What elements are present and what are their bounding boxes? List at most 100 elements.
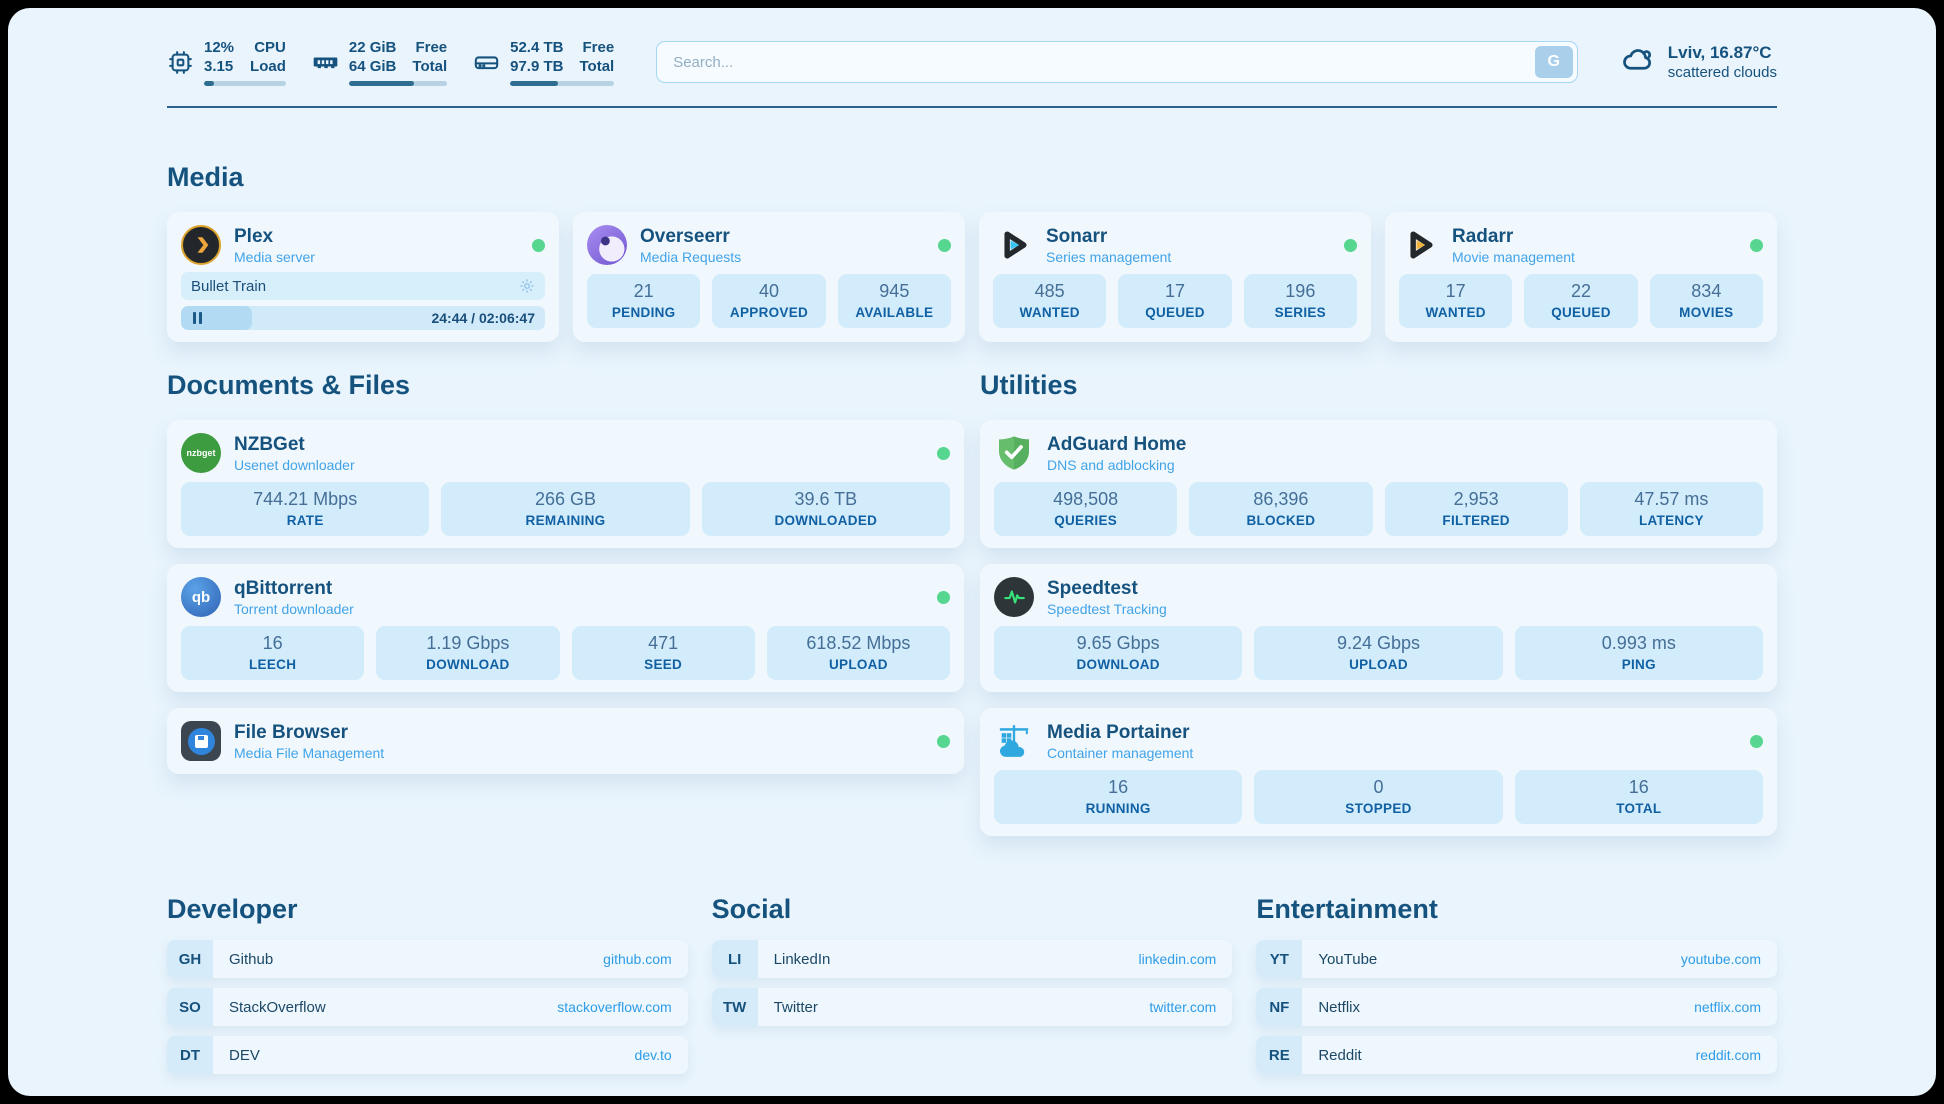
dashboard-panel: 12% 3.15 CPU Load [8,8,1936,1096]
weather-location-temp: Lviv, 16.87°C [1668,42,1777,63]
stat-value: 21 [591,280,696,302]
stat-box: 16 LEECH [181,626,364,680]
bookmark-twitter[interactable]: TW Twitter twitter.com [712,988,1233,1026]
cpu-label: CPU [250,38,286,57]
disk-progress-fill [510,81,558,86]
stat-value: 47.57 ms [1584,488,1759,510]
ram-progress-track [349,81,447,86]
disk-free-label: Free [579,38,614,57]
cpu-progress-fill [204,81,214,86]
speedtest-card[interactable]: Speedtest Speedtest Tracking 9.65 Gbps D… [980,564,1777,692]
stat-box: 2,953 FILTERED [1385,482,1568,536]
stat-box: 266 GB REMAINING [441,482,689,536]
bookmark-name: Twitter [774,999,818,1016]
stat-box: 618.52 Mbps UPLOAD [767,626,950,680]
bookmark-netflix[interactable]: NF Netflix netflix.com [1256,988,1777,1026]
stat-box: 16 RUNNING [994,770,1242,824]
search-engine-button[interactable]: G [1535,46,1573,78]
stat-box: 47.57 ms LATENCY [1580,482,1763,536]
bookmark-abbr: RE [1256,1036,1302,1074]
section-title-entertainment: Entertainment [1256,892,1777,926]
app-subtitle: Torrent downloader [234,600,354,618]
status-indicator [532,239,545,252]
stat-box: 196 SERIES [1244,274,1357,328]
stat-label: SERIES [1248,304,1353,321]
app-subtitle: Media Requests [640,248,741,266]
adguard-card[interactable]: AdGuard Home DNS and adblocking 498,508 … [980,420,1777,548]
weather-condition: scattered clouds [1668,63,1777,82]
bookmark-name: Reddit [1318,1047,1361,1064]
stat-label: UPLOAD [1258,656,1498,673]
bookmark-name: DEV [229,1047,260,1064]
disk-metric: 52.4 TB 97.9 TB Free Total [473,38,614,86]
overseerr-card[interactable]: Overseerr Media Requests 21 PENDING 40 A… [573,212,965,342]
stat-value: 266 GB [445,488,685,510]
radarr-card[interactable]: Radarr Movie management 17 WANTED 22 QUE… [1385,212,1777,342]
stat-value: 0.993 ms [1519,632,1759,654]
stat-label: QUERIES [998,512,1173,529]
bookmark-abbr: NF [1256,988,1302,1026]
status-indicator [937,735,950,748]
disk-total-value: 97.9 TB [510,57,563,76]
stat-box: 39.6 TB DOWNLOADED [702,482,950,536]
plex-card[interactable]: Plex Media server Bullet Train [167,212,559,342]
stat-label: LEECH [185,656,360,673]
stat-label: PING [1519,656,1759,673]
portainer-crane-icon [994,721,1034,761]
playback-time: 24:44 / 02:06:47 [431,310,545,326]
stat-label: AVAILABLE [842,304,947,321]
app-subtitle: DNS and adblocking [1047,456,1186,474]
bookmark-youtube[interactable]: YT YouTube youtube.com [1256,940,1777,978]
gear-icon[interactable] [519,278,535,294]
bookmark-url: youtube.com [1681,951,1761,967]
stat-value: 16 [185,632,360,654]
filebrowser-card[interactable]: File Browser Media File Management [167,708,964,774]
stat-value: 744.21 Mbps [185,488,425,510]
stat-box: 485 WANTED [993,274,1106,328]
plex-icon [181,225,221,265]
stat-label: MOVIES [1654,304,1759,321]
bookmark-linkedin[interactable]: LI LinkedIn linkedin.com [712,940,1233,978]
bookmark-github[interactable]: GH Github github.com [167,940,688,978]
stat-value: 9.65 Gbps [998,632,1238,654]
stat-value: 618.52 Mbps [771,632,946,654]
stat-label: PENDING [591,304,696,321]
stat-value: 17 [1403,280,1508,302]
bookmark-url: github.com [603,951,671,967]
pause-icon[interactable] [193,312,202,324]
bookmark-abbr: SO [167,988,213,1026]
ram-total-label: Total [412,57,447,76]
search-input[interactable] [656,41,1578,83]
bookmark-reddit[interactable]: RE Reddit reddit.com [1256,1036,1777,1074]
ram-icon [312,49,339,76]
qbittorrent-card[interactable]: qb qBittorrent Torrent downloader 16 LEE… [167,564,964,692]
stat-value: 2,953 [1389,488,1564,510]
sonarr-card[interactable]: Sonarr Series management 485 WANTED 17 Q… [979,212,1371,342]
stat-value: 945 [842,280,947,302]
app-name: Media Portainer [1047,721,1193,744]
stat-label: WANTED [997,304,1102,321]
top-bar: 12% 3.15 CPU Load [167,8,1777,86]
bookmark-dev[interactable]: DT DEV dev.to [167,1036,688,1074]
portainer-card[interactable]: Media Portainer Container management 16 … [980,708,1777,836]
stat-label: FILTERED [1389,512,1564,529]
section-title-social: Social [712,892,1233,926]
stat-label: LATENCY [1584,512,1759,529]
nzbget-icon: nzbget [181,433,221,473]
stat-label: SEED [576,656,751,673]
bookmark-name: Netflix [1318,999,1360,1016]
now-playing-title: Bullet Train [191,278,266,295]
cpu-metric: 12% 3.15 CPU Load [167,38,286,86]
section-title-developer: Developer [167,892,688,926]
stat-box: 22 QUEUED [1524,274,1637,328]
status-indicator [938,239,951,252]
disk-free-value: 52.4 TB [510,38,563,57]
bookmark-stackoverflow[interactable]: SO StackOverflow stackoverflow.com [167,988,688,1026]
section-title-media: Media [167,160,1777,194]
bookmark-abbr: GH [167,940,213,978]
speedtest-pulse-icon [994,577,1034,617]
app-name: Radarr [1452,225,1575,248]
weather-widget: Lviv, 16.87°C scattered clouds [1620,42,1777,83]
status-indicator [1750,239,1763,252]
nzbget-card[interactable]: nzbget NZBGet Usenet downloader 744.21 M… [167,420,964,548]
